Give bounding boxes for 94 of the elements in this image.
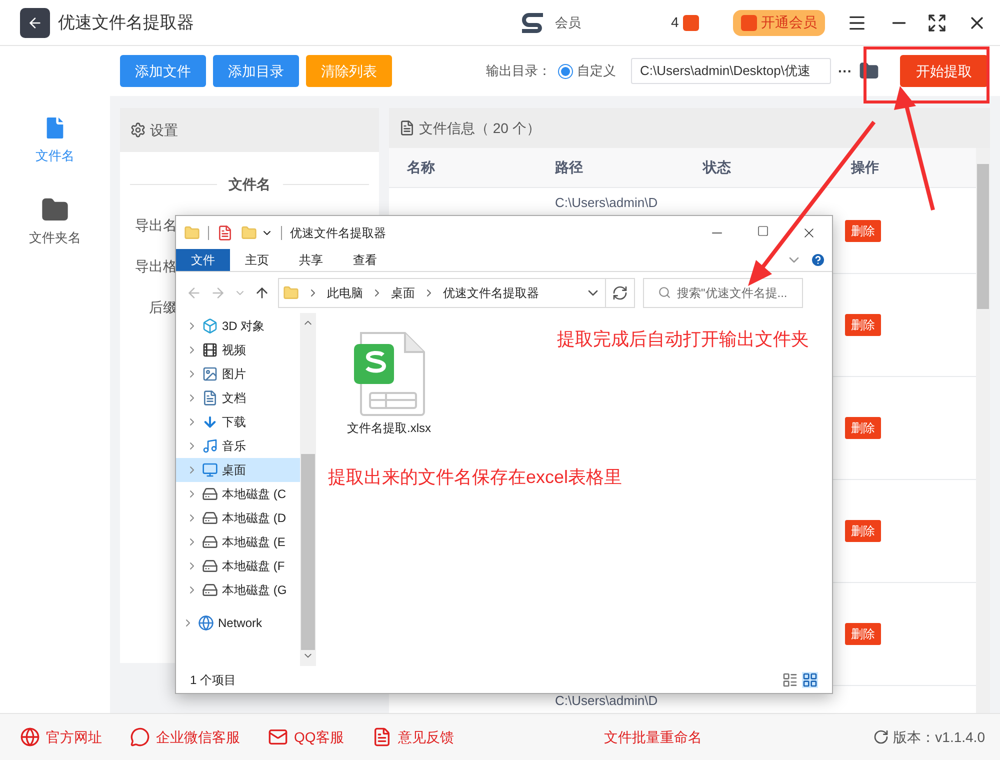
nav-item[interactable]: 文档 [176,386,300,410]
cube-icon [202,318,218,334]
scroll-thumb[interactable] [301,454,315,650]
nav-item[interactable]: 本地磁盘 (D [176,506,300,530]
nav-item[interactable]: 3D 对象 [176,314,300,338]
column-header: 状态 [702,158,732,177]
coin-count: 4 [671,13,679,32]
setting-label: 导出格 [135,257,177,276]
document-icon [372,727,392,747]
drive-icon [202,534,218,550]
drive-icon [202,558,218,574]
folder-icon [184,224,200,240]
drive-icon [202,582,218,598]
nav-item[interactable]: 图片 [176,362,300,386]
nav-item[interactable]: 本地磁盘 (G [176,578,300,602]
network-icon [198,615,214,631]
ribbon-tab[interactable]: 查看 [338,249,392,271]
setting-label: 导出名 [135,216,177,235]
nav-item[interactable]: 音乐 [176,434,300,458]
output-label: 输出目录： [486,62,551,80]
more-button[interactable]: ··· [838,60,852,82]
column-header: 路径 [554,158,584,177]
annotation-text: 提取完成后自动打开输出文件夹 [557,328,809,351]
vip-icon [740,14,757,30]
document-icon [202,390,218,406]
table-cell: C:\Users\admin\D [555,693,658,708]
status-text: 1 个项目 [190,672,236,688]
file-item[interactable]: 文件名提取.xlsx [344,331,434,437]
radio-button[interactable] [558,64,573,78]
drive-icon [202,510,218,526]
panel-title: 设置 [150,120,178,140]
column-header: 名称 [406,158,436,177]
delete-button[interactable]: 删除 [845,220,881,242]
path-field[interactable]: C:\Users\admin\Desktop\优速 [631,58,831,84]
up-icon[interactable] [254,284,270,300]
footer-link[interactable]: QQ客服 [268,726,344,748]
ribbon-tab[interactable]: 文件 [176,249,230,271]
properties-icon[interactable] [217,224,233,240]
refresh-icon [612,284,628,300]
delete-button[interactable]: 删除 [845,623,881,645]
annotation-text: 提取出来的文件名保存在excel表格里 [328,466,622,489]
start-button[interactable]: 开始提取 [900,55,988,87]
folder-icon [41,196,69,224]
window-title: 优速文件名提取器 [290,224,386,242]
footer-link[interactable]: 意见反馈 [372,726,454,748]
nav-item[interactable]: 本地磁盘 (E [176,530,300,554]
picture-icon [202,366,218,382]
app-logo-icon [20,8,50,38]
nav-item[interactable]: 下载 [176,410,300,434]
column-header: 操作 [850,158,880,177]
footer-link[interactable]: 官方网址 [20,726,102,748]
nav-item[interactable]: 桌面 [176,458,300,482]
app-title: 优速文件名提取器 [58,12,194,34]
footer-link[interactable]: 企业微信客服 [130,726,240,748]
tiles-view-icon[interactable] [802,672,818,688]
section-title: 文件名 [228,175,270,194]
sidebar-item[interactable]: 文件夹名 [29,196,81,247]
spreadsheet-file-icon [352,331,426,417]
ribbon-tab[interactable]: 主页 [230,249,284,271]
panel-title: 文件信息（ 20 个） [419,118,540,138]
film-icon [202,342,218,358]
version-label: 版本：v1.1.4.0 [893,728,985,746]
ribbon-tab[interactable]: 共享 [284,249,338,271]
nav-item[interactable]: 视频 [176,338,300,362]
delete-button[interactable]: 删除 [845,314,881,336]
scroll-thumb[interactable] [977,164,989,309]
nav-item[interactable]: 本地磁盘 (F [176,554,300,578]
vip-icon [682,14,699,30]
refresh-button[interactable] [605,278,635,308]
web-icon [20,727,40,747]
member-label: 会员 [555,14,581,32]
search-icon [658,286,671,299]
download-icon [202,414,218,430]
help-icon[interactable] [810,252,826,268]
footer-link[interactable]: 文件批量重命名 [604,726,702,748]
document-icon [399,120,415,136]
details-view-icon[interactable] [782,672,798,688]
delete-button[interactable]: 删除 [845,417,881,439]
message-icon [268,727,288,747]
refresh-icon [873,729,890,745]
search-field[interactable]: 搜索"优速文件名提... [643,278,803,308]
address-bar[interactable]: 此电脑 桌面 优速文件名提取器 [278,278,606,308]
nav-item[interactable]: Network [176,611,300,635]
folder-icon [283,284,299,300]
drive-icon [202,486,218,502]
delete-button[interactable]: 删除 [845,520,881,542]
music-note-icon [202,438,218,454]
nav-item[interactable]: 本地磁盘 (C [176,482,300,506]
fullscreen-icon[interactable] [926,12,947,32]
monitor-icon [202,462,218,478]
gear-icon [130,122,146,138]
radio-label: 自定义 [577,62,616,80]
table-cell: C:\Users\admin\D [555,195,658,210]
chat-icon [130,727,150,747]
